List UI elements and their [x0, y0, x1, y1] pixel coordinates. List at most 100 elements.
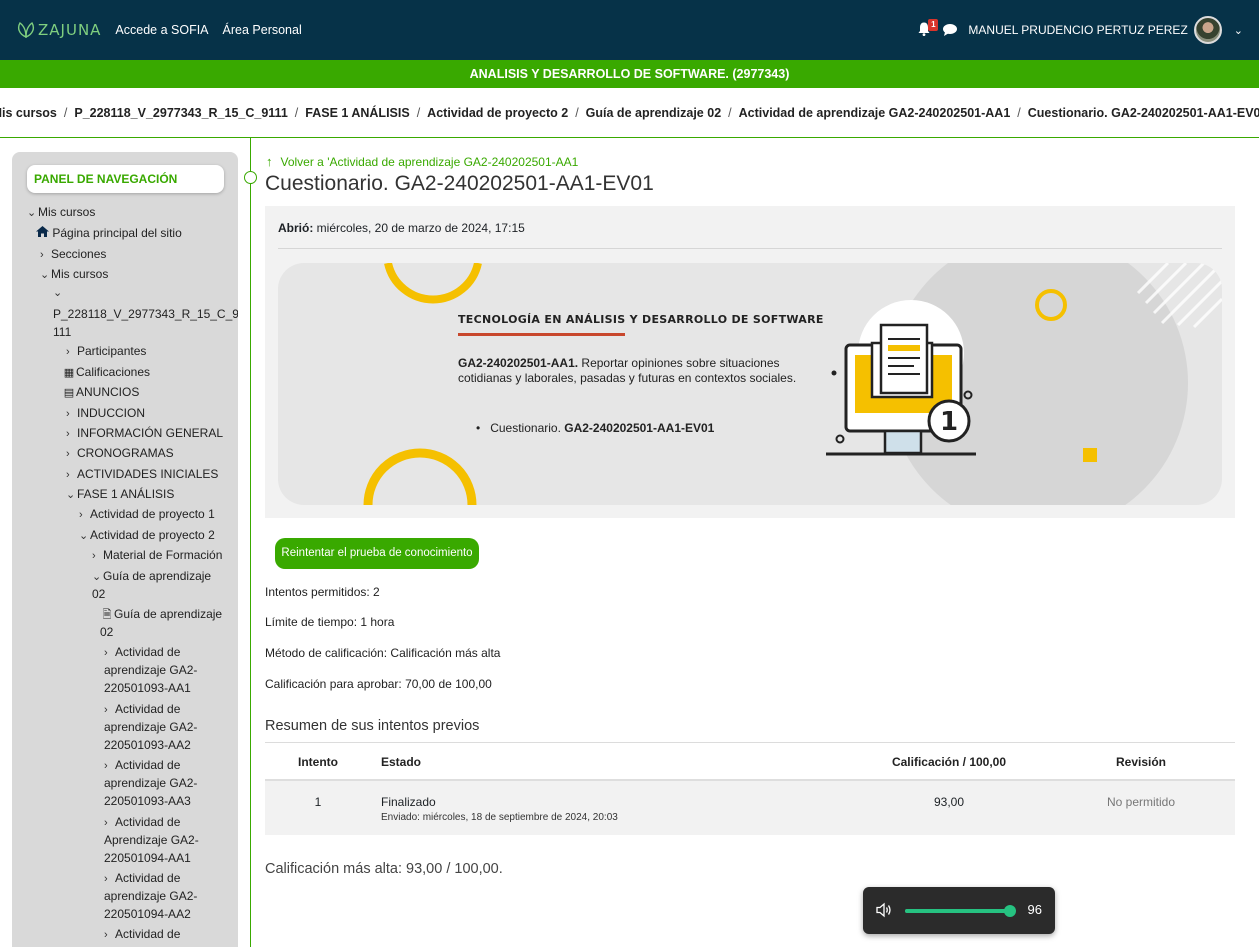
notifications-button[interactable]: 1: [916, 19, 939, 39]
tree-item-guia-aprendizaje-cont[interactable]: 02: [92, 586, 105, 603]
nav-link-sofia[interactable]: Accede a SOFIA: [115, 23, 208, 37]
submitted-date: Enviado: miércoles, 18 de septiembre de …: [381, 812, 618, 823]
column-header-revision: Revisión: [1047, 744, 1235, 781]
time-limit: Límite de tiempo: 1 hora: [265, 615, 395, 629]
breadcrumb-item[interactable]: P_228118_V_2977343_R_15_C_9111: [74, 106, 287, 120]
tree-item-actividades-iniciales[interactable]: › ACTIVIDADES INICIALES: [66, 466, 218, 484]
volume-slider-knob[interactable]: [1003, 905, 1016, 917]
tree-item-informacion-general[interactable]: › INFORMACIÓN GENERAL: [66, 425, 223, 443]
chevron-down-icon[interactable]: ⌄: [53, 284, 64, 302]
tree-item-actividad-aa1-l2[interactable]: aprendizaje GA2-: [104, 662, 197, 679]
tree-item-induccion[interactable]: › INDUCCION: [66, 405, 145, 423]
back-link[interactable]: ↑ Volver a 'Actividad de aprendizaje GA2-…: [266, 154, 578, 169]
attempt-number: 1: [265, 780, 371, 835]
avatar[interactable]: [1193, 16, 1222, 44]
tree-item-actividad-aa3-l3[interactable]: 220501093-AA3: [104, 793, 191, 810]
tree-item-guia-documento-cont[interactable]: 02: [100, 624, 113, 641]
chevron-down-icon[interactable]: ⌄: [1234, 24, 1243, 37]
document-icon: 🗎: [102, 609, 112, 621]
tree-item-actividad-aa2[interactable]: › Actividad de: [104, 701, 180, 719]
chevron-down-icon: ⌄: [27, 207, 37, 219]
tree-item-cronogramas[interactable]: › CRONOGRAMAS: [66, 445, 174, 463]
activity-banner: 1 TECNOLOGÍA EN ANÁLISIS Y DESARROLLO DE…: [278, 263, 1222, 505]
retry-quiz-button[interactable]: Reintentar el prueba de conocimiento: [275, 538, 479, 569]
tree-item-actividad-094-aa1-l3[interactable]: 220501094-AA1: [104, 850, 191, 867]
tree-item-course-code-cont[interactable]: 111: [53, 324, 71, 341]
chevron-down-icon: ⌄: [79, 530, 89, 542]
volume-level-fill: [905, 909, 1010, 913]
panel-toggle-handle[interactable]: [244, 171, 257, 184]
tree-item-mis-cursos-sub[interactable]: ⌄ Mis cursos: [40, 266, 108, 284]
tree-item-actividad-094-aa2-l3[interactable]: 220501094-AA2: [104, 906, 191, 923]
chevron-right-icon: ›: [66, 428, 70, 440]
forum-icon: ▤: [63, 387, 75, 399]
navigation-panel: PANEL DE NAVEGACIÓN ⌄ Mis cursos Página p…: [12, 152, 238, 947]
chevron-right-icon: ›: [66, 448, 70, 460]
breadcrumb-item[interactable]: Guía de aprendizaje 02: [586, 106, 721, 120]
volume-overlay: 96: [863, 887, 1055, 934]
nav-link-area-personal[interactable]: Área Personal: [223, 23, 302, 37]
tree-item-actividad-proyecto-2[interactable]: ⌄ Actividad de proyecto 2: [79, 527, 215, 545]
tree-item-course-code[interactable]: P_228118_V_2977343_R_15_C_9: [53, 306, 238, 323]
table-row: 1 Finalizado Enviado: miércoles, 18 de s…: [265, 780, 1235, 835]
tree-item-actividad-aa3-l2[interactable]: aprendizaje GA2-: [104, 775, 197, 792]
breadcrumb-item[interactable]: Actividad de proyecto 2: [427, 106, 568, 120]
tree-item-fase-1[interactable]: ⌄ FASE 1 ANÁLISIS: [66, 486, 174, 504]
quiz-info-box: Abrió: miércoles, 20 de marzo de 2024, 1…: [265, 206, 1235, 518]
breadcrumb-item[interactable]: FASE 1 ANÁLISIS: [305, 106, 409, 120]
user-name[interactable]: MANUEL PRUDENCIO PERTUZ PEREZ: [968, 23, 1187, 37]
chevron-right-icon: ›: [66, 408, 70, 420]
opened-date: Abrió: miércoles, 20 de marzo de 2024, 1…: [278, 221, 525, 235]
attempt-state: Finalizado Enviado: miércoles, 18 de sep…: [371, 780, 851, 835]
chevron-right-icon: ›: [79, 509, 83, 521]
tree-item-secciones[interactable]: › Secciones: [40, 246, 106, 264]
chevron-right-icon: ›: [104, 817, 108, 829]
breadcrumb-item[interactable]: Cuestionario. GA2-240202501-AA1-EV01: [1028, 106, 1259, 120]
tree-item-home[interactable]: Página principal del sitio: [36, 225, 182, 242]
navigation-panel-title[interactable]: PANEL DE NAVEGACIÓN: [27, 165, 224, 193]
divider: [278, 248, 1222, 249]
volume-slider[interactable]: [905, 905, 1016, 917]
tree-item-actividad-aa3[interactable]: › Actividad de: [104, 757, 180, 775]
tree-item-actividad-094-aa2-l2[interactable]: aprendizaje GA2-: [104, 888, 197, 905]
banner-underline: [458, 333, 625, 336]
tree-item-actividad-094-aa2[interactable]: › Actividad de: [104, 870, 180, 888]
step-number-badge: 1: [939, 407, 959, 437]
attempts-summary-heading: Resumen de sus intentos previos: [265, 718, 480, 734]
divider: [265, 742, 1235, 743]
chevron-right-icon: ›: [104, 873, 108, 885]
site-logo[interactable]: ZAJUNA: [16, 21, 101, 39]
chat-icon[interactable]: [942, 23, 958, 37]
breadcrumb-item[interactable]: Mis cursos: [0, 106, 57, 120]
arrow-up-icon: ↑: [266, 154, 273, 169]
tree-item-mis-cursos[interactable]: ⌄ Mis cursos: [27, 204, 95, 222]
tree-item-actividad-aa1[interactable]: › Actividad de: [104, 644, 180, 662]
attempts-table: Intento Estado Calificación / 100,00 Rev…: [265, 744, 1235, 835]
tree-item-actividad-094-aa1[interactable]: › Actividad de: [104, 814, 180, 832]
tree-item-actividad-094-aa1-l2[interactable]: Aprendizaje GA2-: [104, 832, 199, 849]
tree-item-actividad-aa1-l3[interactable]: 220501093-AA1: [104, 680, 191, 697]
chevron-right-icon: ›: [92, 550, 96, 562]
banner-bullet: • Cuestionario. GA2-240202501-AA1-EV01: [476, 421, 715, 435]
tree-item-actividad-proyecto-1[interactable]: › Actividad de proyecto 1: [79, 506, 215, 524]
tree-item-actividad-next[interactable]: › Actividad de: [104, 926, 180, 944]
tree-item-actividad-aa2-l2[interactable]: aprendizaje GA2-: [104, 719, 197, 736]
tree-item-anuncios[interactable]: ▤ ANUNCIOS: [62, 384, 140, 402]
chevron-right-icon: ›: [104, 704, 108, 716]
tree-item-actividad-aa2-l3[interactable]: 220501093-AA2: [104, 737, 191, 754]
content-divider: [250, 138, 251, 947]
tree-item-participantes[interactable]: › Participantes: [66, 343, 146, 361]
tree-item-guia-documento[interactable]: 🗎 Guía de aprendizaje: [100, 606, 223, 624]
chevron-right-icon: ›: [104, 647, 108, 659]
tree-item-guia-aprendizaje[interactable]: ⌄ Guía de aprendizaje: [92, 568, 211, 586]
breadcrumb: Mis cursos/ P_228118_V_2977343_R_15_C_91…: [0, 88, 1259, 138]
breadcrumb-item[interactable]: Actividad de aprendizaje GA2-240202501-A…: [739, 106, 1011, 120]
chevron-right-icon: ›: [66, 469, 70, 481]
column-header-calificacion: Calificación / 100,00: [851, 744, 1047, 781]
tree-item-material-formacion[interactable]: › Material de Formación: [92, 547, 222, 565]
column-header-estado: Estado: [371, 744, 851, 781]
chevron-right-icon: ›: [104, 929, 108, 941]
chevron-right-icon: ›: [104, 760, 108, 772]
tree-item-calificaciones[interactable]: ▦ Calificaciones: [62, 364, 150, 382]
grading-method: Método de calificación: Calificación más…: [265, 646, 501, 660]
